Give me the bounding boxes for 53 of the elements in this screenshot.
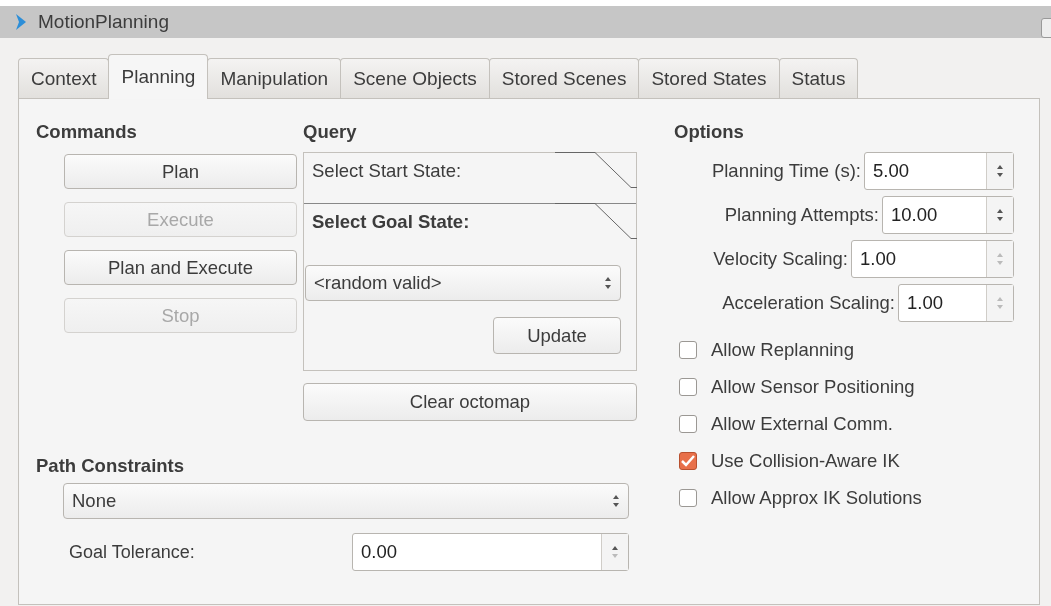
tab[interactable]: Status bbox=[778, 58, 859, 98]
window-title: MotionPlanning bbox=[38, 11, 169, 33]
command-button[interactable]: Plan bbox=[64, 154, 297, 189]
constraints-dropdown[interactable]: None bbox=[63, 483, 629, 519]
tab[interactable]: Planning bbox=[108, 54, 209, 99]
number-input[interactable]: 1.00 bbox=[899, 292, 986, 314]
spinner-icon[interactable] bbox=[612, 493, 620, 509]
checkbox-label: Allow Replanning bbox=[711, 338, 854, 361]
spinner-icon[interactable] bbox=[604, 275, 612, 291]
number-input[interactable]: 0.00 bbox=[353, 541, 601, 563]
field-label: Planning Time (s): bbox=[711, 160, 861, 182]
number-field[interactable]: 0.00 bbox=[352, 533, 629, 571]
field-label: Planning Attempts: bbox=[724, 204, 879, 226]
checkbox-label: Use Collision-Aware IK bbox=[711, 449, 900, 472]
tab[interactable]: Context bbox=[18, 58, 110, 98]
checkbox[interactable] bbox=[679, 340, 697, 359]
field-label: Acceleration Scaling: bbox=[722, 292, 895, 314]
tab-edge-icon bbox=[555, 203, 637, 239]
tab[interactable]: Scene Objects bbox=[340, 58, 490, 98]
checkbox[interactable] bbox=[679, 377, 697, 396]
number-input[interactable]: 5.00 bbox=[865, 160, 986, 182]
checkbox-label: Allow External Comm. bbox=[711, 412, 893, 435]
chevron-icon bbox=[14, 12, 28, 32]
tab-edge-icon bbox=[555, 152, 637, 188]
toolbox-tab[interactable]: Select Goal State: bbox=[304, 203, 636, 240]
field-label: Velocity Scaling: bbox=[713, 248, 848, 270]
number-field[interactable]: 5.00 bbox=[864, 152, 1014, 190]
number-input[interactable]: 1.00 bbox=[852, 248, 986, 270]
section-heading: Path Constraints bbox=[36, 455, 186, 477]
checkbox[interactable] bbox=[679, 451, 697, 470]
checkbox-label: Allow Approx IK Solutions bbox=[711, 486, 922, 509]
checkbox-label: Allow Sensor Positioning bbox=[711, 375, 915, 398]
command-button[interactable]: Plan and Execute bbox=[64, 250, 297, 285]
state-dropdown[interactable]: <random valid> bbox=[305, 265, 621, 301]
number-field[interactable]: 1.00 bbox=[851, 240, 1014, 278]
update-button[interactable]: Update bbox=[493, 317, 621, 354]
section-heading: Query bbox=[303, 121, 358, 143]
clear-octomap-button[interactable]: Clear octomap bbox=[303, 383, 637, 421]
tab[interactable]: Stored States bbox=[638, 58, 780, 98]
field-label: Goal Tolerance: bbox=[68, 541, 195, 563]
number-field[interactable]: 1.00 bbox=[898, 284, 1014, 322]
spinner-icon[interactable] bbox=[996, 163, 1004, 179]
checkbox[interactable] bbox=[679, 488, 697, 507]
checkbox[interactable] bbox=[679, 414, 697, 433]
spinner-icon[interactable] bbox=[996, 207, 1004, 223]
number-field[interactable]: 10.00 bbox=[882, 196, 1014, 234]
section-heading: Commands bbox=[36, 121, 138, 143]
number-input[interactable]: 10.00 bbox=[883, 204, 986, 226]
toolbox-tab[interactable]: Select Start State: bbox=[304, 153, 636, 189]
tab[interactable]: Manipulation bbox=[207, 58, 342, 98]
spinner-icon[interactable] bbox=[611, 544, 619, 560]
section-heading: Options bbox=[674, 121, 745, 143]
tab[interactable]: Stored Scenes bbox=[488, 58, 640, 98]
